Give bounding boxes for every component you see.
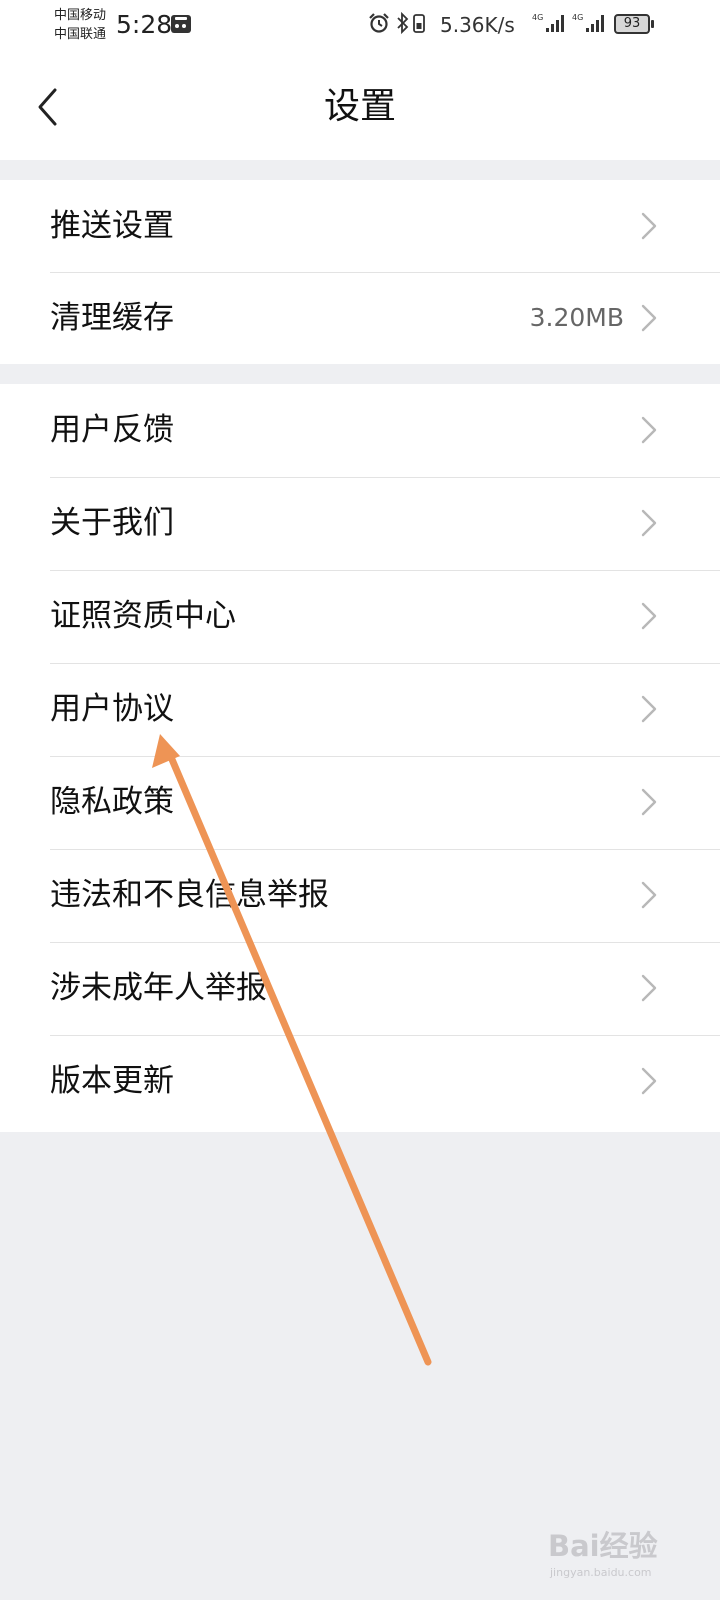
list-item-license-center[interactable]: 证照资质中心 xyxy=(0,570,720,662)
list-item-label: 版本更新 xyxy=(50,1063,174,1099)
list-item-privacy-policy[interactable]: 隐私政策 xyxy=(0,756,720,848)
list-item-label: 关于我们 xyxy=(50,505,174,541)
list-item-label: 隐私政策 xyxy=(50,784,174,820)
list-item-push-settings[interactable]: 推送设置 xyxy=(0,180,720,272)
list-item-label: 用户协议 xyxy=(50,691,174,727)
divider xyxy=(50,272,720,273)
chevron-right-icon xyxy=(641,509,657,537)
list-item-minor-report[interactable]: 涉未成年人举报 xyxy=(0,942,720,1034)
list-item-illegal-info-report[interactable]: 违法和不良信息举报 xyxy=(0,849,720,941)
signal-icon-2: 4G xyxy=(572,13,604,32)
network-speed: 5.36K/s xyxy=(440,13,515,37)
phone-battery-icon xyxy=(413,14,425,33)
settings-screen: 中国移动 中国联通 5:28 5.36K/s 4G 4G 93 设置 推送设置 … xyxy=(0,0,720,1600)
nav-header: 设置 xyxy=(0,56,720,160)
list-item-label: 违法和不良信息举报 xyxy=(50,877,329,913)
list-item-label: 推送设置 xyxy=(50,208,174,244)
list-item-label: 用户反馈 xyxy=(50,412,174,448)
status-bar: 中国移动 中国联通 5:28 5.36K/s 4G 4G 93 xyxy=(0,0,720,56)
divider xyxy=(50,1035,720,1036)
divider xyxy=(50,942,720,943)
list-item-user-agreement[interactable]: 用户协议 xyxy=(0,663,720,755)
cache-size-value: 3.20MB xyxy=(529,303,624,332)
carrier-2: 中国联通 xyxy=(54,27,107,42)
list-item-label: 证照资质中心 xyxy=(50,598,236,634)
chevron-right-icon xyxy=(641,695,657,723)
carrier-info: 中国移动 中国联通 xyxy=(54,6,106,44)
chevron-right-icon xyxy=(641,602,657,630)
status-time: 5:28 xyxy=(116,10,173,39)
settings-group-about: 用户反馈 关于我们 证照资质中心 用户协议 隐私政策 违法和不良信息举报 涉未成… xyxy=(0,384,720,1132)
image-notification-icon xyxy=(171,15,191,33)
watermark-site: jingyan.baidu.com xyxy=(550,1566,652,1579)
signal-2-label: 4G xyxy=(572,13,583,22)
alarm-icon xyxy=(369,13,389,33)
list-item-about-us[interactable]: 关于我们 xyxy=(0,477,720,569)
list-item-user-feedback[interactable]: 用户反馈 xyxy=(0,384,720,476)
divider xyxy=(50,570,720,571)
settings-group-general: 推送设置 清理缓存 3.20MB xyxy=(0,180,720,364)
bluetooth-icon xyxy=(397,11,409,35)
signal-icon-1: 4G xyxy=(532,13,564,32)
list-item-clear-cache[interactable]: 清理缓存 3.20MB xyxy=(0,272,720,364)
list-item-label: 涉未成年人举报 xyxy=(50,970,267,1006)
divider xyxy=(50,756,720,757)
chevron-right-icon xyxy=(641,212,657,240)
watermark-logo: Bai经验 xyxy=(548,1529,658,1563)
divider xyxy=(50,849,720,850)
list-item-label: 清理缓存 xyxy=(50,300,174,336)
chevron-right-icon xyxy=(641,788,657,816)
carrier-1: 中国移动 xyxy=(54,8,107,23)
chevron-right-icon xyxy=(641,304,657,332)
signal-1-label: 4G xyxy=(532,13,543,22)
list-item-version-update[interactable]: 版本更新 xyxy=(0,1035,720,1127)
divider xyxy=(50,663,720,664)
chevron-right-icon xyxy=(641,416,657,444)
chevron-right-icon xyxy=(641,974,657,1002)
page-title: 设置 xyxy=(323,86,396,127)
divider xyxy=(50,477,720,478)
chevron-right-icon xyxy=(641,881,657,909)
chevron-right-icon xyxy=(641,1067,657,1095)
battery-indicator: 93 xyxy=(614,14,654,34)
